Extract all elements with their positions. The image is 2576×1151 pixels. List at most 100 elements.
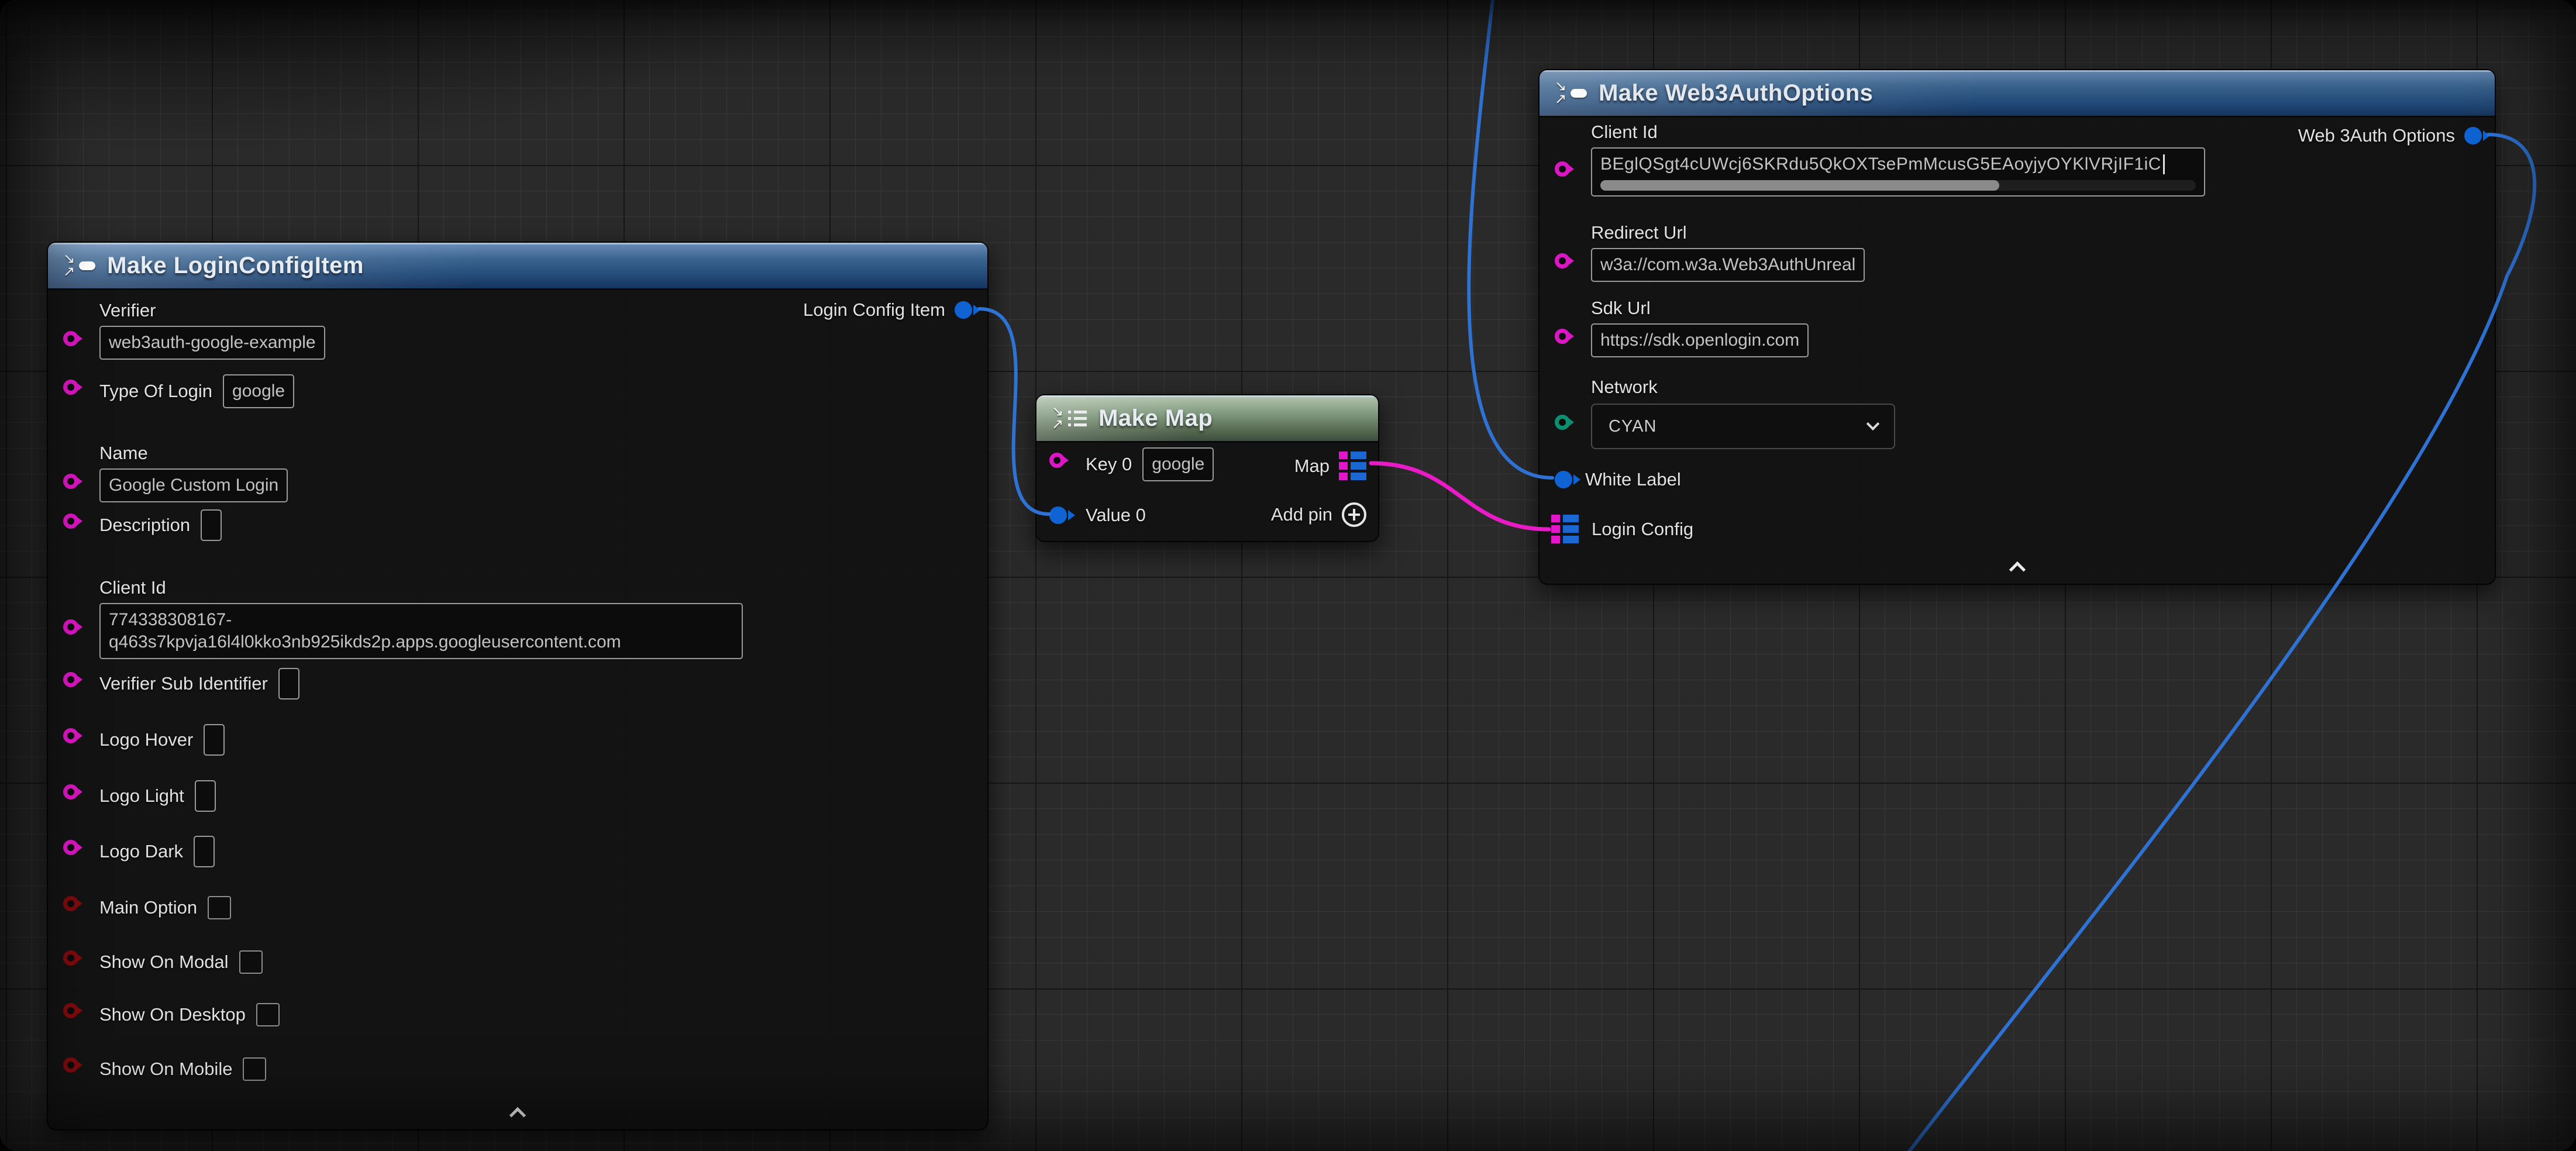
pin-type-of-login[interactable] [63, 380, 78, 395]
client-id-label: Client Id [1591, 120, 2205, 144]
show-on-desktop-checkbox[interactable] [256, 1003, 280, 1026]
show-on-modal-label: Show On Modal [99, 950, 229, 974]
pin-verifier[interactable] [63, 331, 78, 346]
field-verifier-sub-identifier: Verifier Sub Identifier [99, 668, 299, 699]
value-0-label: Value 0 [1086, 504, 1146, 527]
collapse-node-chevron-icon[interactable] [509, 1107, 526, 1121]
type-of-login-label: Type Of Login [99, 380, 212, 403]
name-input[interactable]: Google Custom Login [99, 468, 288, 502]
make-map-icon: ↘↗ [1052, 406, 1087, 430]
horizontal-scrollbar-track[interactable] [1600, 180, 2196, 191]
white-label-label: White Label [1585, 468, 1681, 491]
network-label: Network [1591, 375, 1895, 399]
node-header-make-map[interactable]: ↘↗ Make Map [1036, 395, 1378, 443]
field-show-on-modal: Show On Modal [99, 950, 263, 974]
pin-client-id[interactable] [63, 619, 78, 635]
node-title: Make LoginConfigItem [107, 253, 364, 279]
redirect-url-label: Redirect Url [1591, 221, 1865, 244]
add-pin-label: Add pin [1271, 503, 1332, 526]
logo-light-label: Logo Light [99, 784, 184, 808]
field-client-id: Client Id BEglQSgt4cUWcj6SKRdu5QkOXTsePm… [1591, 120, 2205, 197]
output-row-login-config-item: Login Config Item [803, 298, 972, 322]
client-id-value: BEglQSgt4cUWcj6SKRdu5QkOXTsePmMcusG5EAoy… [1600, 153, 2161, 175]
output-pin-map[interactable] [1339, 452, 1366, 480]
wire-map-to-login-config[interactable] [1371, 463, 1549, 529]
verifier-sub-identifier-input[interactable] [278, 668, 299, 699]
pin-network[interactable] [1555, 415, 1570, 430]
field-redirect-url: Redirect Url w3a://com.w3a.Web3AuthUnrea… [1591, 221, 1865, 282]
pin-client-id[interactable] [1555, 161, 1570, 177]
add-pin-button[interactable] [1342, 502, 1366, 527]
sdk-url-input[interactable]: https://sdk.openlogin.com [1591, 323, 1809, 357]
description-input[interactable] [201, 509, 222, 541]
output-pin-web3auth-options[interactable] [2464, 127, 2482, 144]
field-logo-light: Logo Light [99, 780, 216, 812]
add-pin-row: Add pin [1271, 502, 1366, 527]
field-name: Name Google Custom Login [99, 442, 288, 502]
blueprint-graph-canvas[interactable]: ↘↗ Make LoginConfigItem Login Config Ite… [0, 0, 2576, 1151]
description-label: Description [99, 514, 190, 537]
output-row-web3auth-options: Web 3Auth Options [2298, 124, 2482, 147]
client-id-input[interactable]: 774338308167-q463s7kpvja16l4l0kko3nb925i… [99, 603, 743, 659]
chevron-down-icon [1866, 417, 1880, 430]
node-title: Make Map [1098, 405, 1213, 432]
show-on-mobile-checkbox[interactable] [243, 1057, 266, 1081]
key-0-label: Key 0 [1086, 453, 1132, 476]
field-login-config: Login Config [1551, 515, 1693, 543]
logo-hover-label: Logo Hover [99, 728, 193, 752]
sdk-url-label: Sdk Url [1591, 297, 1809, 320]
field-value-0: Value 0 [1086, 504, 1146, 527]
output-pin-login-config-item[interactable] [955, 301, 972, 319]
pin-main-option[interactable] [63, 896, 78, 911]
show-on-modal-checkbox[interactable] [239, 950, 263, 974]
field-key-0: Key 0 google [1086, 447, 1214, 481]
logo-dark-input[interactable] [194, 836, 215, 867]
pin-logo-light[interactable] [63, 784, 78, 800]
pin-logo-hover[interactable] [63, 728, 78, 743]
field-client-id: Client Id 774338308167-q463s7kpvja16l4l0… [99, 576, 743, 659]
field-show-on-desktop: Show On Desktop [99, 1003, 280, 1026]
verifier-sub-identifier-label: Verifier Sub Identifier [99, 672, 268, 695]
pin-key-0[interactable] [1049, 453, 1065, 468]
show-on-desktop-label: Show On Desktop [99, 1003, 246, 1026]
pin-redirect-url[interactable] [1555, 253, 1570, 268]
pin-show-on-modal[interactable] [63, 950, 78, 966]
pin-logo-dark[interactable] [63, 840, 78, 855]
pin-login-config[interactable] [1551, 515, 1579, 543]
verifier-input[interactable]: web3auth-google-example [99, 326, 325, 360]
pin-white-label[interactable] [1555, 471, 1572, 488]
network-dropdown[interactable]: CYAN [1591, 404, 1895, 449]
pin-value-0[interactable] [1049, 506, 1067, 524]
pin-show-on-desktop[interactable] [63, 1003, 78, 1018]
node-make-map[interactable]: ↘↗ Make Map Key 0 google Map Value 0 Add… [1035, 394, 1379, 542]
field-network: Network CYAN [1591, 375, 1895, 449]
pin-name[interactable] [63, 474, 78, 489]
node-header-make-loginconfigitem[interactable]: ↘↗ Make LoginConfigItem [48, 243, 987, 290]
node-make-loginconfigitem[interactable]: ↘↗ Make LoginConfigItem Login Config Ite… [47, 242, 989, 1131]
collapse-node-chevron-icon[interactable] [2009, 561, 2026, 576]
make-struct-icon: ↘↗ [63, 253, 95, 278]
field-type-of-login: Type Of Login google [99, 374, 294, 408]
redirect-url-input[interactable]: w3a://com.w3a.Web3AuthUnreal [1591, 248, 1865, 282]
network-selected-value: CYAN [1609, 417, 1657, 436]
pin-sdk-url[interactable] [1555, 329, 1570, 344]
node-header-make-web3authoptions[interactable]: ↘↗ Make Web3AuthOptions [1540, 70, 2495, 118]
field-white-label: White Label [1555, 468, 1681, 491]
client-id-input[interactable]: BEglQSgt4cUWcj6SKRdu5QkOXTsePmMcusG5EAoy… [1591, 147, 2205, 197]
pin-verifier-sub-identifier[interactable] [63, 672, 78, 687]
pin-description[interactable] [63, 514, 78, 529]
logo-light-input[interactable] [195, 780, 216, 812]
pin-show-on-mobile[interactable] [63, 1057, 78, 1073]
node-make-web3authoptions[interactable]: ↘↗ Make Web3AuthOptions Web 3Auth Option… [1538, 69, 2496, 585]
verifier-label: Verifier [99, 299, 325, 322]
field-verifier: Verifier web3auth-google-example [99, 299, 325, 360]
node-title: Make Web3AuthOptions [1599, 80, 1873, 106]
field-logo-dark: Logo Dark [99, 836, 215, 867]
key-0-input[interactable]: google [1142, 447, 1214, 481]
output-row-map: Map [1294, 452, 1366, 480]
horizontal-scrollbar-thumb[interactable] [1600, 180, 1999, 191]
logo-hover-input[interactable] [204, 724, 225, 756]
type-of-login-input[interactable]: google [223, 374, 294, 408]
web3auth-options-output-label: Web 3Auth Options [2298, 124, 2455, 147]
main-option-checkbox[interactable] [208, 896, 231, 919]
